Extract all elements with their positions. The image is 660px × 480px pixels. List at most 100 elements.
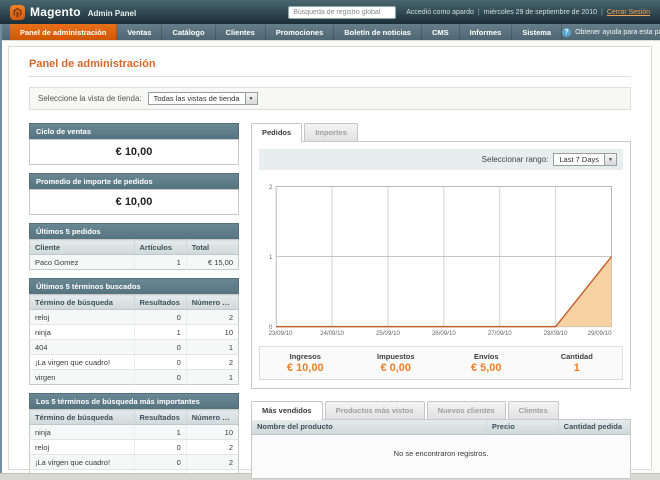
column-header-numero-de-usos: Número de usos xyxy=(186,409,239,425)
bottom-tabs: Más vendidos Productos más vistos Nuevos c… xyxy=(251,400,631,420)
header-meta: Accedió como apardo | miércoles 29 de se… xyxy=(406,9,650,16)
card-title: Últimos 5 términos buscados xyxy=(29,278,239,294)
table-cell: 2 xyxy=(186,439,239,455)
nav-item-promociones[interactable]: Promociones xyxy=(266,24,335,40)
nav-item-panel-de-administracion[interactable]: Panel de administración xyxy=(10,24,118,40)
stat-value: 1 xyxy=(573,361,580,374)
table-row[interactable]: virgen 0 1 xyxy=(29,369,239,385)
orders-chart: 01223/09/10 24/09/10 25/09/10 26/09/10 27/09… xyxy=(269,184,613,337)
svg-text:27/09/10: 27/09/10 xyxy=(488,330,512,337)
table-row[interactable]: Paco Gomez 1 € 15,00 xyxy=(29,254,239,270)
page-help-link[interactable]: ? Obtener ayuda para esta página xyxy=(562,24,660,40)
range-label: Seleccionar rango: xyxy=(481,155,549,164)
column-header-nombre-del-producto: Nombre del producto xyxy=(252,419,487,435)
svg-text:24/09/10: 24/09/10 xyxy=(320,330,344,337)
card-title: Los 5 términos de búsqueda más important… xyxy=(29,393,239,409)
svg-text:26/09/10: 26/09/10 xyxy=(432,330,456,337)
store-view-select[interactable]: Todas las vistas de tienda ▼ xyxy=(147,92,258,105)
tab-mas-vendidos[interactable]: Más vendidos xyxy=(251,400,323,420)
tab-importes[interactable]: Importes xyxy=(304,123,358,141)
column-header-precio: Precio xyxy=(486,419,559,435)
column-header-total: Total xyxy=(186,239,239,255)
nav-item-boletin-de-noticias[interactable]: Boletín de noticias xyxy=(334,24,422,40)
header: Magento Admin Panel Accedió como apardo … xyxy=(0,0,660,24)
table-row[interactable]: 40401 xyxy=(29,339,239,355)
data-table: Nombre del producto Precio Cantidad pedida… xyxy=(252,419,630,478)
table-cell: 0 xyxy=(134,454,187,470)
table-cell: reloj xyxy=(29,309,135,325)
stat-label: Ingresos xyxy=(289,351,321,361)
empty-message: No se encontraron registros. xyxy=(252,434,630,478)
products-grid: Nombre del producto Precio Cantidad pedida… xyxy=(252,419,630,478)
table-cell: 0 xyxy=(134,369,187,385)
logged-in-as: Accedió como apardo xyxy=(406,8,474,16)
tab-nuevos-clientes[interactable]: Nuevos clientes xyxy=(426,400,506,419)
table-cell: ninja xyxy=(29,424,135,440)
table-row[interactable]: reloj 0 2 xyxy=(29,439,239,455)
nav-item-ventas[interactable]: Ventas xyxy=(117,24,163,40)
average-orders-card: Promedio de importe de pedidos € 10,00 xyxy=(29,173,239,215)
table-cell: 2 xyxy=(186,454,239,470)
stat-ingresos: Ingresos € 10,00 xyxy=(260,352,351,374)
lifetime-sales-value: € 10,00 xyxy=(29,139,239,165)
content-wrapper: Panel de administración Seleccione la vi… xyxy=(8,46,652,480)
help-icon: ? xyxy=(562,27,572,37)
column-header-cliente: Cliente xyxy=(29,239,135,255)
main-nav: Panel de administración Ventas Catálogo Cli… xyxy=(0,24,660,41)
global-search-input[interactable] xyxy=(288,5,397,19)
logo: Magento Admin Panel xyxy=(10,4,136,20)
table-cell: virgen xyxy=(29,369,135,385)
svg-text:29/09/10: 29/09/10 xyxy=(588,330,612,337)
tab-productos-mas-vistos[interactable]: Productos más vistos xyxy=(324,400,425,419)
table-cell: 404 xyxy=(29,339,135,355)
stat-label: Impuestos xyxy=(376,351,415,361)
column-header-cantidad-pedida: Cantidad pedida xyxy=(558,419,630,435)
column-header-numero-de-usos: Número de usos xyxy=(186,294,239,310)
stat-value: € 10,00 xyxy=(286,361,324,374)
store-view-value: Todas las vistas de tienda xyxy=(153,94,240,103)
screen: Magento Admin Panel Accedió como apardo … xyxy=(0,0,660,480)
chart-tabs: Pedidos Importes xyxy=(251,123,631,142)
table-cell: 0 xyxy=(134,309,187,325)
table-cell: 0 xyxy=(134,439,187,455)
nav-item-clientes[interactable]: Clientes xyxy=(216,24,266,40)
table-cell: 2 xyxy=(186,309,239,325)
table-cell: ninja xyxy=(29,324,135,340)
nav-item-catalogo[interactable]: Catálogo xyxy=(162,24,216,40)
stat-label: Envíos xyxy=(473,351,499,361)
nav-item-cms[interactable]: CMS xyxy=(422,24,460,40)
table-row[interactable]: ¡La virgen que cuadro! 0 2 xyxy=(29,454,239,470)
nav-item-informes[interactable]: Informes xyxy=(460,24,513,40)
table-cell: 0 xyxy=(134,354,187,370)
table-row[interactable]: ninja 1 10 xyxy=(29,324,239,340)
tab-pedidos[interactable]: Pedidos xyxy=(251,123,303,142)
products-grid-panel: Nombre del producto Precio Cantidad pedida… xyxy=(251,418,631,479)
nav-item-sistema[interactable]: Sistema xyxy=(512,24,563,40)
table-cell: 1 xyxy=(134,254,187,270)
column-header-termino-de-busqueda: Término de búsqueda xyxy=(29,409,135,425)
column-header-termino-de-busqueda: Término de búsqueda xyxy=(29,294,135,310)
chevron-down-icon: ▼ xyxy=(244,93,257,104)
card-title: Promedio de importe de pedidos xyxy=(29,173,239,189)
separator: | xyxy=(600,8,603,16)
data-table: Término de búsqueda Resultados Número de u… xyxy=(29,294,239,385)
table-row[interactable]: ninja 1 10 xyxy=(29,424,239,440)
stat-impuestos: Impuestos € 0,00 xyxy=(351,352,442,374)
table-row[interactable]: ¡La virgen que cuadro! 0 2 xyxy=(29,354,239,370)
svg-text:28/09/10: 28/09/10 xyxy=(544,330,568,337)
data-table: Término de búsqueda Resultados Número de u… xyxy=(29,409,239,480)
window-edge xyxy=(0,24,2,480)
card-title: Ciclo de ventas xyxy=(29,123,239,139)
logout-link[interactable]: Cerrar Sesión xyxy=(607,9,650,16)
table-cell: 1 xyxy=(134,424,187,440)
table-cell: 1 xyxy=(186,339,239,355)
divider xyxy=(29,76,631,77)
dashboard-columns: Ciclo de ventas € 10,00 Promedio de impo… xyxy=(29,123,631,480)
column-header-resultados: Resultados xyxy=(134,294,187,310)
table-row[interactable]: reloj 0 2 xyxy=(29,309,239,325)
tab-clientes[interactable]: Clientes xyxy=(507,400,559,419)
table-cell: ¡La virgen que cuadro! xyxy=(29,454,135,470)
range-select[interactable]: Last 7 Days ▼ xyxy=(553,153,617,166)
left-column: Ciclo de ventas € 10,00 Promedio de impo… xyxy=(29,123,239,480)
table-cell: ¡La virgen que cuadro! xyxy=(29,354,135,370)
